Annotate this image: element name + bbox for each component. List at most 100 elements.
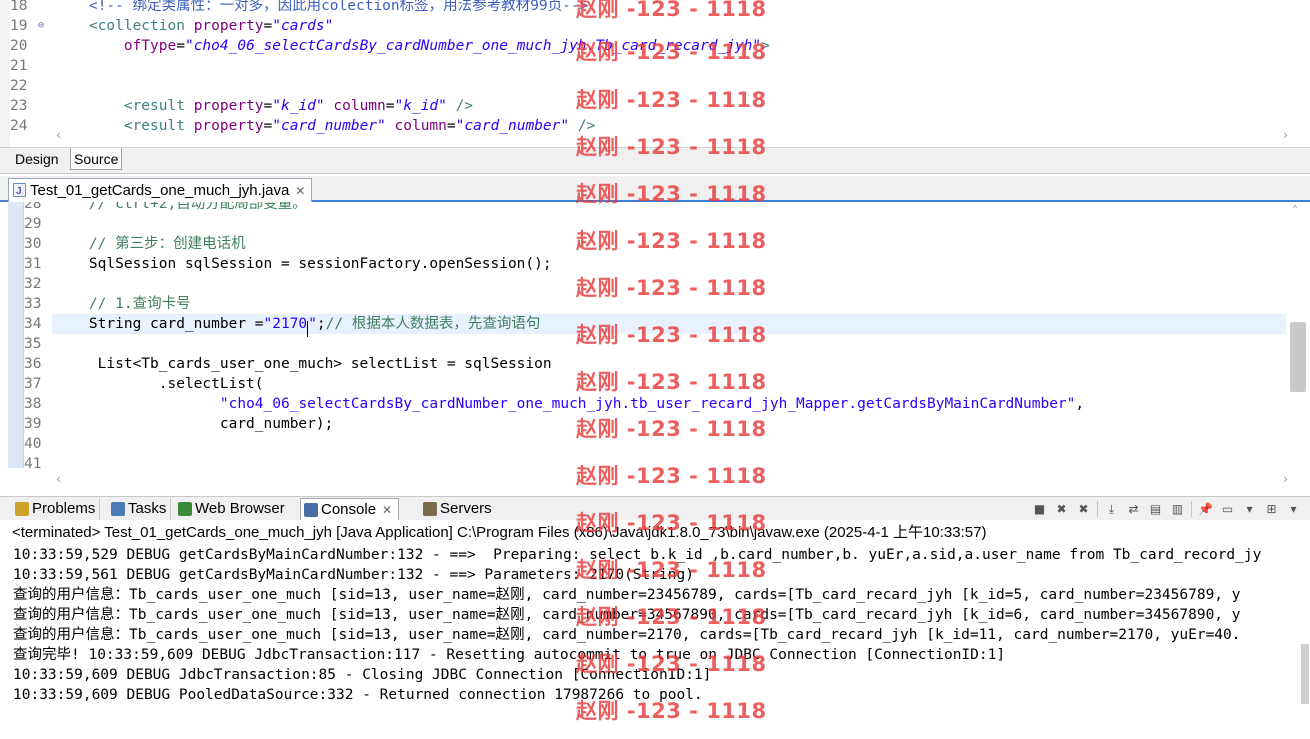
code-text: SqlSession sqlSession = sessionFactory.o…	[54, 254, 552, 274]
console-line: 查询的用户信息：Tb_cards_user_one_much [sid=13, …	[13, 587, 1241, 603]
code-token: "cho4_06_selectCardsBy_cardNumber_one_mu…	[184, 38, 762, 54]
tab-java-file[interactable]: Test_01_getCards_one_much_jyh.java ✕	[8, 178, 313, 204]
scroll-left-icon[interactable]: ‹	[56, 128, 61, 142]
open-dropdown-icon[interactable]: ▾	[1285, 501, 1302, 517]
tab-console[interactable]: Console ✕	[300, 498, 400, 520]
close-icon[interactable]: ✕	[382, 503, 392, 517]
code-line: 35	[0, 334, 1286, 354]
tab-web-browser[interactable]: Web Browser	[175, 498, 285, 520]
console-line: 10:33:59,561 DEBUG getCardsByMainCardNum…	[13, 567, 694, 583]
line-number: 36	[24, 356, 42, 372]
line-number: 34	[24, 316, 42, 332]
tab-label: Web Browser	[195, 500, 285, 517]
xml-horizontal-scrollbar[interactable]: ‹ ›	[52, 128, 1292, 142]
code-token: =	[263, 18, 273, 34]
code-token: // 1.查询卡号	[88, 296, 191, 312]
code-token: property	[193, 98, 264, 114]
fold-collapse-icon[interactable]: ⊖	[38, 16, 44, 36]
code-token: =	[385, 98, 395, 114]
line-number: 40	[24, 436, 42, 452]
show-stdout-icon[interactable]: ▤	[1147, 501, 1164, 517]
code-text: <!-- 绑定类属性：一对多，因此用colection标签，用法参考教材99页-…	[54, 0, 588, 16]
console-icon	[304, 503, 318, 517]
tab-problems[interactable]: Problems	[12, 498, 101, 520]
java-tab-title: Test_01_getCards_one_much_jyh.java	[30, 182, 290, 199]
scrollbar-thumb[interactable]	[1290, 322, 1306, 392]
java-vertical-scrollbar[interactable]: ˄	[1288, 202, 1308, 468]
code-line: 30 // 第三步：创建电话机	[0, 234, 1286, 254]
code-token: "cards"	[272, 18, 334, 34]
code-text: <result property="k_id" column="k_id" />	[54, 96, 473, 116]
line-number: 21	[10, 58, 28, 74]
code-line: 36 List<Tb_cards_user_one_much> selectLi…	[0, 354, 1286, 374]
remove-all-icon[interactable]: ✖	[1075, 501, 1092, 517]
scroll-right-icon[interactable]: ›	[1283, 472, 1288, 486]
line-number: 28	[24, 202, 42, 212]
display-console-icon[interactable]: ▭	[1219, 501, 1236, 517]
display-dropdown-icon[interactable]: ▾	[1241, 501, 1258, 517]
code-token: <collection	[88, 18, 194, 34]
xml-source-editor[interactable]: 18 <!-- 绑定类属性：一对多，因此用colection标签，用法参考教材9…	[0, 0, 1310, 148]
remove-launch-icon[interactable]: ✖	[1053, 501, 1070, 517]
close-icon[interactable]: ✕	[295, 184, 305, 198]
tab-design[interactable]: Design	[12, 148, 62, 170]
code-token: "	[308, 316, 317, 332]
scroll-left-icon[interactable]: ‹	[56, 472, 61, 486]
code-token: // 根据本人数据表，先查询语句	[325, 316, 541, 332]
tab-label: Console	[321, 501, 377, 518]
code-line: 31 SqlSession sqlSession = sessionFactor…	[0, 254, 1286, 274]
console-status-header: <terminated> Test_01_getCards_one_much_j…	[0, 522, 1310, 544]
code-token: ofType	[123, 38, 177, 54]
line-number: 29	[24, 216, 42, 232]
line-number: 33	[24, 296, 42, 312]
tab-servers[interactable]: Servers	[420, 498, 492, 520]
tab-label: Tasks	[128, 500, 167, 517]
tasks-icon	[111, 502, 125, 516]
open-console-icon[interactable]: ⊞	[1263, 501, 1280, 517]
line-number: 20	[10, 38, 28, 54]
scrollbar-thumb[interactable]	[1301, 644, 1309, 704]
tab-tasks[interactable]: Tasks	[108, 498, 172, 520]
code-text: // 第三步：创建电话机	[54, 234, 246, 254]
code-text: .selectList(	[54, 374, 264, 394]
console-vertical-scrollbar[interactable]	[1300, 544, 1310, 739]
code-text: // 1.查询卡号	[54, 294, 191, 314]
console-line: 查询的用户信息：Tb_cards_user_one_much [sid=13, …	[13, 627, 1241, 643]
java-file-icon	[13, 180, 26, 204]
code-token: <result	[123, 98, 194, 114]
code-line: 40	[0, 434, 1286, 454]
line-number: 32	[24, 276, 42, 292]
java-source-editor[interactable]: 28 // ctrl+2,自动分配局部变量。 29 30 // 第三步：创建电话机 3…	[0, 202, 1310, 490]
code-text: // ctrl+2,自动分配局部变量。	[54, 202, 307, 214]
terminate-icon[interactable]: ■	[1031, 501, 1048, 517]
console-output[interactable]: 10:33:59,529 DEBUG getCardsByMainCardNum…	[0, 544, 1298, 739]
code-token: .selectList(	[54, 376, 264, 392]
code-line: 23 <result property="k_id" column="k_id"…	[0, 96, 1290, 116]
line-number: 24	[10, 118, 28, 134]
tab-source[interactable]: Source	[70, 148, 123, 170]
java-horizontal-scrollbar[interactable]: ‹ ›	[52, 472, 1292, 486]
code-line: 22	[0, 76, 1290, 96]
word-wrap-icon[interactable]: ⇄	[1125, 501, 1142, 517]
code-token: >	[761, 38, 770, 54]
code-token: ;	[316, 316, 326, 332]
scroll-up-icon[interactable]: ˄	[1292, 204, 1298, 218]
code-line: 18 <!-- 绑定类属性：一对多，因此用colection标签，用法参考教材9…	[0, 0, 1290, 16]
console-line: 查询完毕! 10:33:59,609 DEBUG JdbcTransaction…	[13, 647, 1006, 663]
scroll-lock-icon[interactable]: ⤓	[1103, 501, 1120, 517]
line-number: 41	[24, 456, 42, 472]
code-token: "cho4_06_selectCardsBy_cardNumber_one_mu…	[219, 396, 1076, 412]
pin-console-icon[interactable]: 📌	[1197, 501, 1214, 517]
design-source-tabbar: Design Source	[0, 148, 1310, 174]
line-number: 37	[24, 376, 42, 392]
line-number: 35	[24, 336, 42, 352]
code-token: // ctrl+2,自动分配局部变量。	[88, 202, 307, 212]
line-number: 30	[24, 236, 42, 252]
scroll-right-icon[interactable]: ›	[1283, 128, 1288, 142]
show-stderr-icon[interactable]: ▥	[1169, 501, 1186, 517]
toolbar-separator	[1097, 501, 1098, 517]
tab-label: Problems	[32, 500, 96, 517]
